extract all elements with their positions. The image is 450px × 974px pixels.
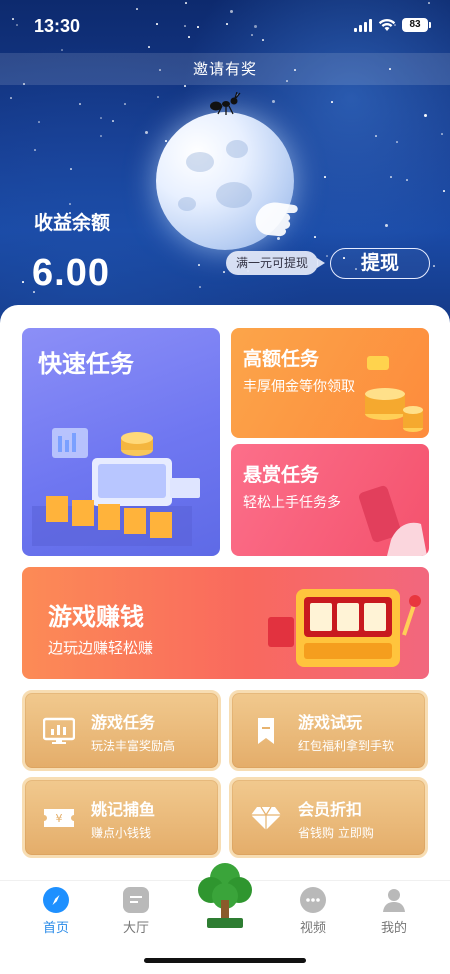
game-task-item[interactable]: 游戏任务 玩法丰富奖励高 (22, 690, 221, 771)
person-icon (381, 887, 407, 913)
star (314, 236, 316, 238)
game-trial-title: 游戏试玩 (298, 713, 363, 732)
star (406, 179, 408, 181)
pointing-hand-icon (255, 202, 298, 237)
tab-video-label: 视频 (299, 921, 326, 936)
more-dots-icon (300, 887, 326, 913)
ant-icon (210, 92, 241, 115)
star (326, 255, 328, 257)
tab-home[interactable]: 首页 (26, 887, 86, 936)
game-task-subtitle: 玩法丰富奖励高 (91, 739, 176, 753)
game-task-title: 游戏任务 (91, 713, 156, 732)
star (324, 176, 326, 178)
content-panel: 快速任务 高额任务 丰厚佣金等你领取 悬赏任务 轻松上手任务多 游戏赚钱 边玩边… (0, 305, 450, 885)
tree-icon[interactable] (193, 860, 257, 930)
star (165, 140, 167, 142)
reward-task-card[interactable]: 悬赏任务 轻松上手任务多 (231, 444, 429, 556)
game-trial-item[interactable]: 游戏试玩 红包福利拿到手软 (229, 690, 428, 771)
star (390, 176, 392, 178)
high-task-subtitle: 丰厚佣金等你领取 (243, 379, 355, 395)
svg-text:¥: ¥ (56, 812, 63, 825)
withdraw-button[interactable]: 提现 (330, 248, 430, 279)
status-time: 13:30 (34, 16, 81, 36)
star (424, 114, 427, 117)
high-task-card[interactable]: 高额任务 丰厚佣金等你领取 (231, 328, 429, 438)
star (441, 133, 443, 135)
game-trial-subtitle: 红包福利拿到手软 (298, 739, 395, 753)
home-indicator (144, 958, 306, 963)
hero-banner: 13:30 83 邀请有奖 收益余额 6.00 满一元可提现 提现 (0, 0, 450, 330)
status-bar: 13:30 83 (0, 0, 450, 52)
chat-bubble-icon (123, 887, 149, 913)
battery-icon: 83 (402, 18, 431, 32)
star (184, 85, 186, 87)
star (34, 149, 36, 151)
fishing-subtitle: 赚点小钱钱 (91, 826, 152, 840)
withdraw-tip: 满一元可提现 (226, 251, 326, 275)
star (433, 265, 435, 267)
star (10, 97, 12, 99)
star (22, 281, 24, 283)
star (112, 120, 114, 122)
tab-mine[interactable]: 我的 (364, 887, 424, 936)
star (100, 117, 102, 119)
star (223, 271, 225, 273)
diamond-icon (251, 806, 281, 830)
star (198, 264, 200, 266)
status-icons: 83 (354, 18, 431, 32)
star (145, 131, 148, 134)
high-task-title: 高额任务 (243, 348, 320, 370)
star (100, 135, 102, 137)
slot-machine-icon (268, 589, 421, 667)
fishing-item[interactable]: ¥ 姚记捕鱼 赚点小钱钱 (22, 777, 221, 858)
star (70, 168, 72, 170)
member-discount-item[interactable]: 会员折扣 省钱购 立即购 (229, 777, 428, 858)
star (157, 96, 159, 98)
member-discount-title: 会员折扣 (298, 800, 363, 819)
star (38, 121, 40, 123)
ticket-yen-icon: ¥ (44, 809, 74, 827)
star (272, 100, 275, 103)
signal-icon (354, 18, 372, 32)
game-earn-card[interactable]: 游戏赚钱 边玩边赚轻松赚 (22, 567, 429, 679)
money-city-illustration (32, 428, 200, 546)
star (443, 190, 445, 192)
wifi-icon (378, 19, 396, 31)
coin-stack-icon (365, 356, 423, 432)
balance-label: 收益余额 (34, 212, 111, 234)
star (385, 224, 388, 227)
star (199, 286, 201, 288)
star (124, 103, 126, 105)
star (396, 141, 398, 143)
tab-hall[interactable]: 大厅 (106, 887, 166, 936)
star (79, 103, 81, 105)
star (69, 203, 71, 205)
reward-task-title: 悬赏任务 (243, 464, 320, 486)
star (331, 101, 333, 103)
phone-hand-icon (359, 485, 427, 556)
fishing-title: 姚记捕鱼 (91, 800, 156, 819)
member-discount-subtitle: 省钱购 立即购 (298, 826, 374, 840)
tab-mine-label: 我的 (380, 921, 407, 936)
tab-home-label: 首页 (42, 921, 69, 936)
invite-banner[interactable]: 邀请有奖 (0, 53, 450, 85)
bookmark-icon (258, 718, 274, 744)
tab-hall-label: 大厅 (122, 921, 149, 936)
quick-task-title: 快速任务 (38, 350, 134, 378)
star (375, 135, 377, 137)
tab-video[interactable]: 视频 (283, 887, 343, 936)
reward-task-subtitle: 轻松上手任务多 (243, 495, 341, 511)
monitor-chart-icon (43, 717, 75, 744)
compass-icon (43, 887, 69, 913)
game-earn-subtitle: 边玩边赚轻松赚 (48, 639, 154, 657)
game-earn-title: 游戏赚钱 (48, 603, 144, 631)
balance-value: 6.00 (32, 252, 110, 294)
quick-task-card[interactable]: 快速任务 (22, 328, 220, 556)
